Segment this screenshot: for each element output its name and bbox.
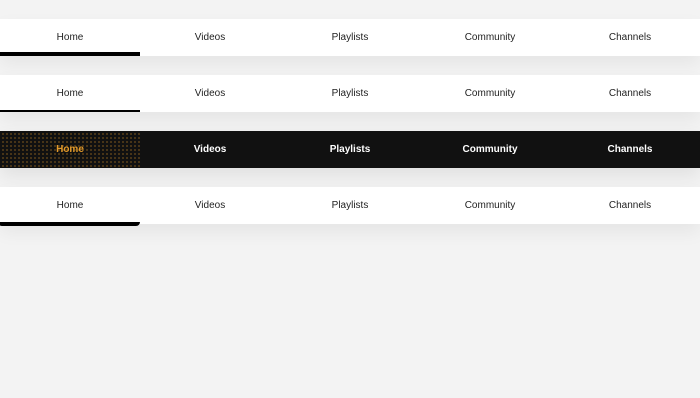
tab-playlists[interactable]: Playlists bbox=[280, 187, 420, 224]
tab-playlists[interactable]: Playlists bbox=[280, 131, 420, 168]
tab-list: Home Videos Playlists Community Channels bbox=[0, 19, 700, 56]
tab-home[interactable]: Home bbox=[0, 131, 140, 168]
tab-channels[interactable]: Channels bbox=[560, 131, 700, 168]
tab-home[interactable]: Home bbox=[0, 19, 140, 56]
tab-channels[interactable]: Channels bbox=[560, 75, 700, 112]
tab-videos[interactable]: Videos bbox=[140, 75, 280, 112]
tab-playlists[interactable]: Playlists bbox=[280, 75, 420, 112]
tab-videos[interactable]: Videos bbox=[140, 131, 280, 168]
tab-home[interactable]: Home bbox=[0, 75, 140, 112]
tab-community[interactable]: Community bbox=[420, 75, 560, 112]
tab-community[interactable]: Community bbox=[420, 131, 560, 168]
nav-bar-thin-underline: Home Videos Playlists Community Channels bbox=[0, 75, 700, 112]
tab-list: Home Videos Playlists Community Channels bbox=[0, 75, 700, 112]
tab-videos[interactable]: Videos bbox=[140, 187, 280, 224]
tab-community[interactable]: Community bbox=[420, 19, 560, 56]
tab-videos[interactable]: Videos bbox=[140, 19, 280, 56]
tab-community[interactable]: Community bbox=[420, 187, 560, 224]
nav-bar-thick-underline: Home Videos Playlists Community Channels bbox=[0, 19, 700, 56]
tab-list: Home Videos Playlists Community Channels bbox=[0, 187, 700, 226]
tab-playlists[interactable]: Playlists bbox=[280, 19, 420, 56]
tab-list: Home Videos Playlists Community Channels bbox=[0, 131, 700, 168]
nav-bar-dark: Home Videos Playlists Community Channels bbox=[0, 131, 700, 168]
tab-channels[interactable]: Channels bbox=[560, 19, 700, 56]
nav-bar-rounded-underline: Home Videos Playlists Community Channels bbox=[0, 187, 700, 226]
tab-channels[interactable]: Channels bbox=[560, 187, 700, 224]
tab-home[interactable]: Home bbox=[0, 187, 140, 226]
